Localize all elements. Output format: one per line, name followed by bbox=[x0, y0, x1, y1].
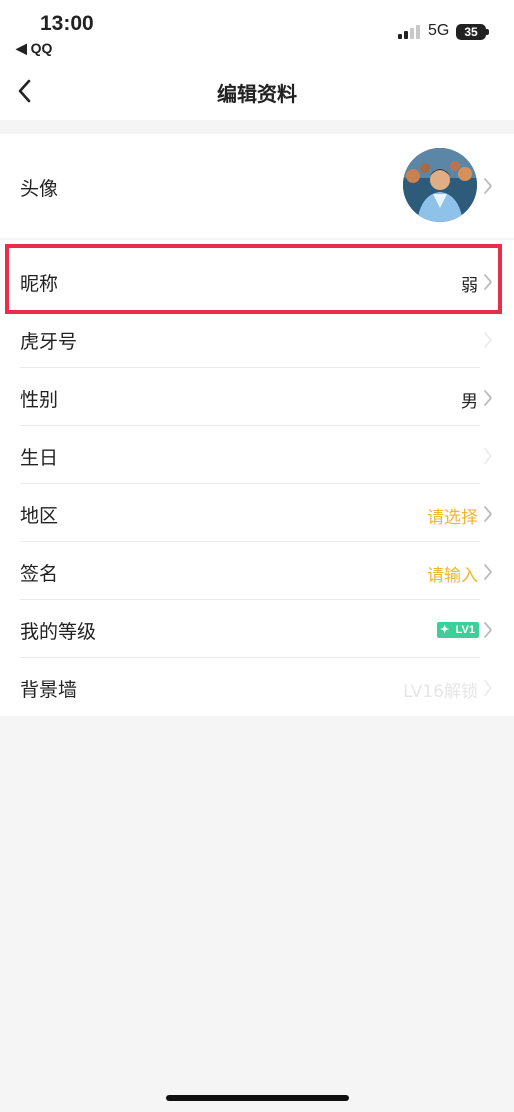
signature-row[interactable]: 签名 请输入 bbox=[0, 542, 514, 600]
home-indicator[interactable] bbox=[166, 1095, 349, 1101]
gender-value: 男 bbox=[461, 392, 478, 412]
back-to-app-link[interactable]: ◀ QQ bbox=[16, 40, 52, 57]
birthday-label: 生日 bbox=[20, 447, 59, 469]
battery-icon: 35 bbox=[456, 24, 486, 40]
avatar-label: 头像 bbox=[20, 178, 59, 200]
signature-value: 请输入 bbox=[427, 566, 478, 586]
background-wall-value: LV16解锁 bbox=[403, 682, 478, 702]
region-label: 地区 bbox=[20, 505, 59, 527]
sparkle-icon: ✦ bbox=[440, 624, 450, 636]
gender-label: 性别 bbox=[20, 389, 59, 411]
region-value: 请选择 bbox=[427, 508, 478, 528]
battery-cap bbox=[486, 29, 489, 35]
chevron-right-icon bbox=[484, 178, 492, 194]
nickname-value: 弱 bbox=[461, 276, 478, 296]
chevron-right-icon bbox=[484, 390, 492, 406]
page-title: 编辑资料 bbox=[217, 82, 297, 106]
chevron-right-icon bbox=[484, 448, 492, 464]
huya-id-row[interactable]: 虎牙号 bbox=[0, 310, 514, 368]
signal-icon bbox=[398, 25, 420, 39]
my-level-label: 我的等级 bbox=[20, 621, 97, 643]
level-badge: ✦ LV1 bbox=[437, 622, 479, 638]
chevron-right-icon bbox=[484, 506, 492, 522]
my-level-row[interactable]: 我的等级 ✦ LV1 bbox=[0, 600, 514, 658]
nickname-label: 昵称 bbox=[20, 273, 59, 295]
chevron-right-icon bbox=[484, 564, 492, 580]
chevron-right-icon bbox=[484, 274, 492, 290]
region-row[interactable]: 地区 请选择 bbox=[0, 484, 514, 542]
profile-fields-list: 昵称 弱 虎牙号 性别 男 生日 地区 请选择 签名 请输入 我的等级 ✦ LV… bbox=[0, 240, 514, 716]
signature-label: 签名 bbox=[20, 563, 59, 585]
birthday-row[interactable]: 生日 bbox=[0, 426, 514, 484]
status-time: 13:00 bbox=[40, 12, 94, 35]
background-wall-label: 背景墙 bbox=[20, 679, 78, 701]
status-bar: 13:00 ◀ QQ 5G 35 bbox=[0, 0, 514, 62]
chevron-right-icon bbox=[484, 332, 492, 348]
chevron-right-icon bbox=[484, 622, 492, 638]
chevron-right-icon bbox=[484, 680, 492, 696]
huya-id-label: 虎牙号 bbox=[20, 331, 78, 353]
nav-bar: 编辑资料 bbox=[0, 62, 514, 120]
background-wall-row[interactable]: 背景墙 LV16解锁 bbox=[0, 658, 514, 716]
level-badge-text: LV1 bbox=[455, 624, 475, 636]
avatar[interactable] bbox=[403, 148, 477, 222]
nickname-row[interactable]: 昵称 弱 bbox=[0, 250, 514, 310]
gender-row[interactable]: 性别 男 bbox=[0, 368, 514, 426]
network-type: 5G bbox=[428, 22, 450, 39]
